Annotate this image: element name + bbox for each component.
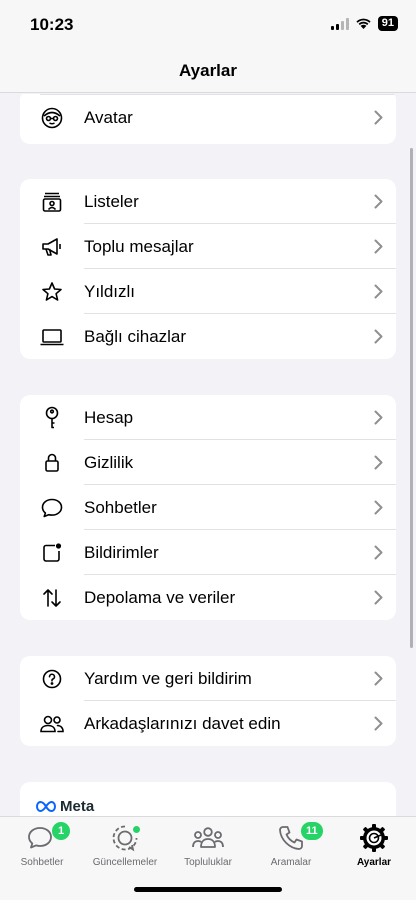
settings-item-avatar[interactable]: Avatar [20,95,396,140]
settings-item-lists[interactable]: Listeler [20,179,396,224]
chevron-right-icon [360,410,396,425]
chevron-right-icon [360,329,396,344]
tab-label: Topluluklar [184,857,232,868]
settings-group-help: Yardım ve geri bildirim Arkadaşlarınızı … [20,656,396,746]
settings-item-storage[interactable]: Depolama ve veriler [20,575,396,620]
chat-bubble-icon [20,497,84,519]
settings-item-label: Avatar [84,107,133,127]
help-icon [20,668,84,690]
settings-item-label: Listeler [84,191,139,211]
meta-label: Meta [60,798,95,815]
settings-item-label: Gizlilik [84,452,134,472]
tab-label: Aramalar [270,857,312,868]
chevron-right-icon [360,284,396,299]
settings-item-notifications[interactable]: Bildirimler [20,530,396,575]
updates-tab-icon [83,821,167,855]
chevron-right-icon [360,239,396,254]
status-time: 10:23 [30,15,74,34]
settings-item-label: Bağlı cihazlar [84,326,187,346]
tab-label: Sohbetler [20,857,64,868]
settings-group-tools: Listeler Toplu mesajlar Yıldızlı Bağlı c… [20,179,396,359]
tab-calls[interactable]: 11 Aramalar [249,821,333,868]
settings-item-label: Sohbetler [84,497,157,517]
meta-infinity-icon [36,801,56,812]
tab-communities[interactable]: Topluluklar [166,821,250,868]
settings-item-label: Depolama ve veriler [84,587,236,607]
lists-icon [20,191,84,213]
home-indicator [134,887,282,892]
chats-badge: 1 [52,822,70,840]
settings-item-label: Yardım ve geri bildirim [84,668,252,688]
chevron-right-icon [360,590,396,605]
chevron-right-icon [360,671,396,686]
chevron-right-icon [360,545,396,560]
tab-updates[interactable]: Güncellemeler [83,821,167,868]
battery-indicator: 91 [377,16,398,31]
settings-tab-icon [332,821,416,855]
megaphone-icon [20,236,84,258]
settings-item-label: Yıldızlı [84,281,136,301]
status-bar: 10:23 91 [0,0,416,48]
settings-item-privacy[interactable]: Gizlilik [20,440,396,485]
settings-item-starred[interactable]: Yıldızlı [20,269,396,314]
chevron-right-icon [360,716,396,731]
settings-item-linked-devices[interactable]: Bağlı cihazlar [20,314,396,359]
tab-chats[interactable]: 1 Sohbetler [0,821,84,868]
calls-badge: 11 [301,822,323,840]
settings-item-label: Arkadaşlarınızı davet edin [84,713,281,733]
people-icon [20,714,84,734]
star-icon [20,281,84,303]
avatar-icon [20,106,84,130]
chevron-right-icon [360,455,396,470]
scrollbar[interactable] [410,148,413,648]
settings-item-chats[interactable]: Sohbetler [20,485,396,530]
lock-icon [20,452,84,474]
wifi-icon [356,18,371,29]
tab-bar: 1 Sohbetler Güncellemeler Topluluklar 11… [0,816,416,900]
settings-item-account[interactable]: Hesap [20,395,396,440]
settings-item-broadcasts[interactable]: Toplu mesajlar [20,224,396,269]
updates-dot-badge [133,826,140,833]
signal-icon [330,17,349,30]
settings-item-label: Toplu mesajlar [84,236,194,256]
chats-tab-icon: 1 [0,821,84,855]
tab-label: Ayarlar [356,857,392,868]
key-icon [20,406,84,430]
arrows-up-down-icon [20,587,84,609]
calls-tab-icon: 11 [249,821,333,855]
page-title: Ayarlar [179,61,237,80]
settings-item-label: Hesap [84,407,134,427]
settings-group-account: Hesap Gizlilik Sohbetler Bildirimler Dep… [20,395,396,620]
meta-logo: Meta [20,782,396,816]
communities-tab-icon [166,821,250,855]
notification-icon [20,542,84,564]
settings-item-help[interactable]: Yardım ve geri bildirim [20,656,396,701]
chevron-right-icon [360,194,396,209]
settings-group-avatar: Avatar [20,94,396,144]
laptop-icon [20,327,84,347]
nav-bar: Ayarlar [0,48,416,93]
chevron-right-icon [360,110,396,125]
settings-item-label: Bildirimler [84,542,159,562]
tab-settings[interactable]: Ayarlar [332,821,416,868]
tab-label: Güncellemeler [92,857,158,868]
chevron-right-icon [360,500,396,515]
status-icons: 91 [330,16,398,31]
settings-list[interactable]: Avatar Listeler Toplu mesajlar Yıldızlı [0,94,416,816]
settings-item-invite[interactable]: Arkadaşlarınızı davet edin [20,701,396,746]
meta-group: Meta [20,782,396,816]
